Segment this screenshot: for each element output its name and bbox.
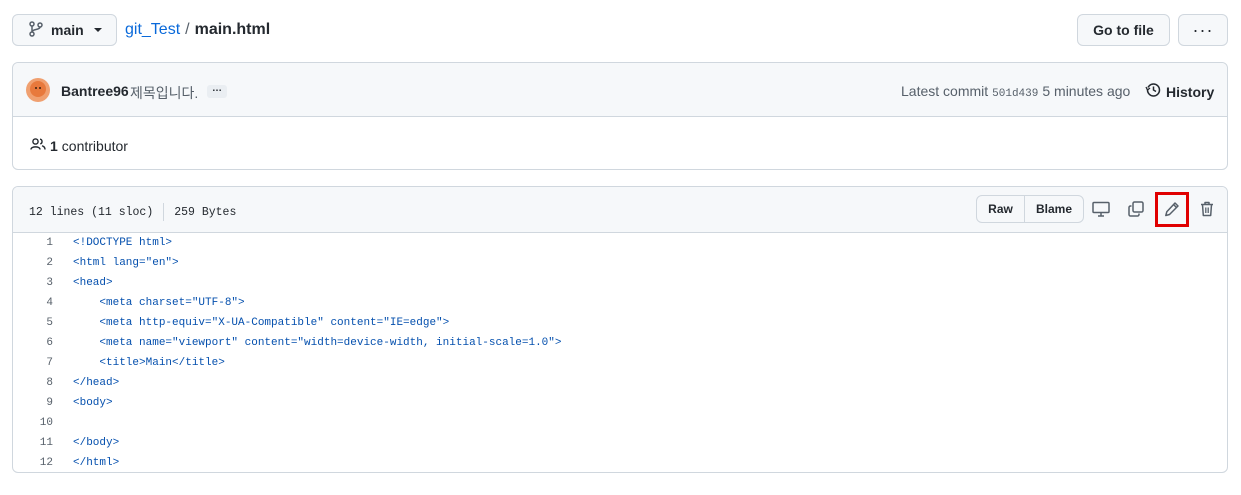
breadcrumb-file-name: main.html	[194, 21, 271, 38]
code-listing: 1 <!DOCTYPE html> 2 <html lang="en"> 3 <hea…	[13, 233, 1227, 472]
code-line: 1 <!DOCTYPE html>	[13, 233, 1227, 253]
line-number[interactable]: 5	[13, 317, 53, 329]
code-text: <meta http-equiv="X-UA-Compatible" conte…	[73, 317, 450, 329]
latest-commit-label: Latest commit	[901, 83, 989, 99]
commit-author-link[interactable]: Bantree96	[61, 83, 129, 99]
file-viewer: 12 lines (11 sloc) 259 Bytes Raw Blame 1…	[12, 186, 1228, 473]
code-line: 8 </head>	[13, 373, 1227, 393]
more-options-button[interactable]: ···	[1178, 14, 1228, 46]
code-text: </head>	[73, 377, 120, 389]
line-number[interactable]: 7	[13, 357, 53, 369]
breadcrumb: git_Test / main.html	[125, 21, 270, 39]
go-to-file-button[interactable]: Go to file	[1077, 14, 1170, 46]
code-text: <!DOCTYPE html>	[73, 237, 173, 249]
code-line: 7 <title>Main</title>	[13, 353, 1227, 373]
history-label: History	[1166, 83, 1215, 100]
file-toolbar: 12 lines (11 sloc) 259 Bytes Raw Blame	[13, 187, 1227, 233]
latest-commit-box: Bantree96 제목입니다. … Latest commit 501d439…	[12, 62, 1228, 170]
line-number[interactable]: 3	[13, 277, 53, 289]
file-info-divider	[163, 203, 165, 221]
commit-sha-link[interactable]: 501d439	[992, 88, 1038, 100]
contributor-label: contributor	[61, 137, 128, 154]
raw-blame-group: Raw Blame	[976, 195, 1084, 223]
line-number[interactable]: 1	[13, 237, 53, 249]
raw-button[interactable]: Raw	[977, 196, 1025, 222]
branch-name: main	[51, 22, 84, 38]
line-number[interactable]: 6	[13, 337, 53, 349]
line-number[interactable]: 4	[13, 297, 53, 309]
line-number[interactable]: 9	[13, 397, 53, 409]
code-line: 12 </html>	[13, 453, 1227, 472]
code-line: 10	[13, 413, 1227, 433]
people-icon	[30, 137, 46, 154]
line-number[interactable]: 2	[13, 257, 53, 269]
line-number[interactable]: 12	[13, 457, 53, 469]
code-text: <meta name="viewport" content="width=dev…	[73, 337, 562, 349]
commit-header: Bantree96 제목입니다. … Latest commit 501d439…	[13, 63, 1227, 117]
line-number[interactable]: 10	[13, 417, 53, 429]
file-size: 259 Bytes	[174, 205, 237, 219]
file-header-bar: main git_Test / main.html Go to file ···	[12, 14, 1228, 46]
code-line: 6 <meta name="viewport" content="width=d…	[13, 333, 1227, 353]
code-text: <title>Main</title>	[73, 357, 225, 369]
history-button[interactable]: History	[1145, 82, 1214, 101]
code-text: <body>	[73, 397, 113, 409]
file-info: 12 lines (11 sloc) 259 Bytes	[29, 203, 236, 221]
code-line: 3 <head>	[13, 273, 1227, 293]
contributors-link[interactable]: 1 contributor	[30, 137, 128, 154]
code-line: 5 <meta http-equiv="X-UA-Compatible" con…	[13, 313, 1227, 333]
contributor-count: 1	[50, 137, 58, 154]
commit-time: 5 minutes ago	[1042, 83, 1131, 99]
copy-icon[interactable]	[1126, 199, 1146, 219]
commit-message-link[interactable]: 제목입니다.	[130, 83, 198, 103]
code-line: 11 </body>	[13, 433, 1227, 453]
branch-selector-button[interactable]: main	[12, 14, 117, 46]
chevron-down-icon	[93, 28, 102, 32]
code-text: <meta charset="UTF-8">	[73, 297, 245, 309]
line-number[interactable]: 8	[13, 377, 53, 389]
code-line: 2 <html lang="en">	[13, 253, 1227, 273]
code-text: <html lang="en">	[73, 257, 179, 269]
expand-commit-message-button[interactable]: …	[207, 84, 227, 98]
blame-button[interactable]: Blame	[1025, 196, 1083, 222]
code-line: 9 <body>	[13, 393, 1227, 413]
code-text: </body>	[73, 437, 120, 449]
code-line: 4 <meta charset="UTF-8">	[13, 293, 1227, 313]
code-text: <head>	[73, 277, 113, 289]
avatar[interactable]	[26, 78, 50, 102]
trash-icon[interactable]	[1197, 199, 1217, 219]
file-lines-info: 12 lines (11 sloc)	[29, 205, 154, 219]
git-branch-icon	[29, 20, 43, 40]
history-icon	[1145, 82, 1161, 101]
line-number[interactable]: 11	[13, 437, 53, 449]
desktop-icon[interactable]	[1091, 199, 1111, 219]
breadcrumb-separator: /	[185, 21, 190, 38]
pencil-icon[interactable]	[1162, 199, 1182, 219]
breadcrumb-repo-link[interactable]: git_Test	[125, 21, 180, 39]
latest-commit-info: Latest commit 501d439 5 minutes ago	[901, 83, 1130, 100]
code-text: </html>	[73, 457, 120, 469]
